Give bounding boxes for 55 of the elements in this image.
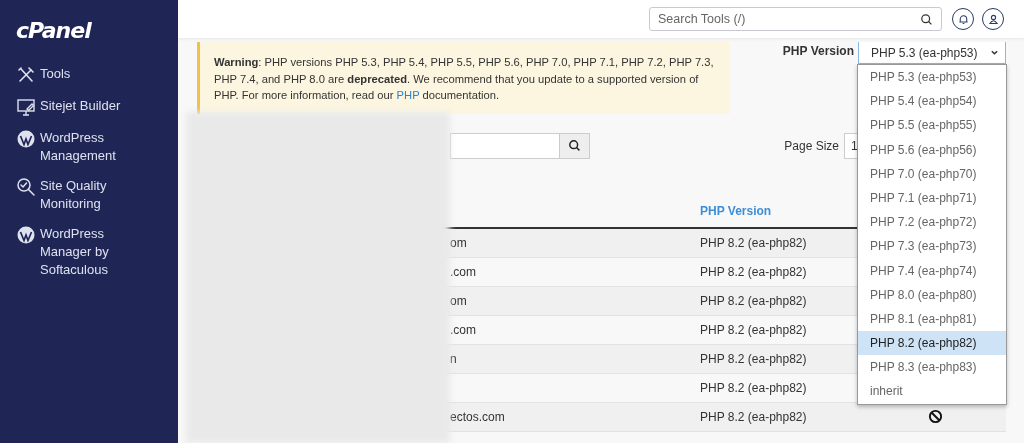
php-version-label: PHP Version [782,43,854,58]
table-cell: PHP 8.2 (ea-php82) [700,293,807,308]
sidebar-item[interactable]: WordPress Manager by Softaculous [16,225,136,279]
dropdown-option[interactable]: PHP 7.2 (ea-php72) [858,210,1006,235]
table-cell: PHP 8.2 (ea-php82) [700,409,807,424]
dropdown-option[interactable]: PHP 7.1 (ea-php71) [858,185,1006,211]
wordpress-icon [16,129,36,149]
magnifier-check-icon [16,177,36,197]
table-search-field[interactable] [450,132,560,159]
dropdown-option[interactable]: inherit [858,379,1006,404]
domain-cell: ectos.com [450,409,505,424]
php-version-select[interactable]: PHP 5.3 (ea-php53) [858,42,1006,64]
search-icon [568,139,581,152]
dropdown-option[interactable]: PHP 5.5 (ea-php55) [858,113,1006,138]
notifications-button[interactable] [952,8,974,30]
sidebar-item[interactable]: Site Quality Monitoring [16,177,136,213]
search-icon [920,13,933,26]
dropdown-option[interactable]: PHP 5.6 (ea-php56) [858,137,1006,162]
column-header[interactable]: PHP Version [700,203,860,218]
sidebar-item[interactable]: WordPress Management [16,129,136,165]
warning-message: Warning: PHP versions PHP 5.3, PHP 5.4, PHP 5.5, PHP 5.6, PHP 7.0, PHP 7.1, PHP 7.2, PHP 7.3, PHP 7.4, and PHP 8.0 are deprecated. We recommend that you update to a supported version of PHP. For more information, read our PHP documentation. [214,55,715,103]
dropdown-option[interactable]: PHP 8.3 (ea-php83) [858,355,1006,380]
chevron-down-icon [990,48,999,57]
monitor-icon [16,97,36,117]
bell-icon [956,12,970,26]
domain-cell: om [450,293,467,308]
table-cell: PHP 8.2 (ea-php82) [700,380,807,395]
dropdown-option[interactable]: PHP 8.1 (ea-php81) [858,306,1006,332]
dropdown-option[interactable]: PHP 8.0 (ea-php80) [858,282,1006,307]
table-cell: PHP 8.2 (ea-php82) [700,235,807,250]
sidebar-item[interactable]: Sitejet Builder [16,97,136,117]
dropdown-option[interactable]: PHP 5.4 (ea-php54) [858,89,1006,114]
dropdown-option[interactable]: PHP 7.0 (ea-php70) [858,161,1006,186]
domain-cell: .com [450,322,476,337]
user-button[interactable] [982,8,1004,30]
dropdown-option[interactable]: PHP 7.3 (ea-php73) [858,234,1006,259]
tools-icon [16,65,36,85]
domain-cell: .com [450,264,476,279]
ban-icon [927,409,943,424]
domain-cell: n [450,351,457,366]
dropdown-option[interactable]: PHP 5.3 (ea-php53) [858,65,1006,90]
sidebar-item[interactable]: Tools [16,65,136,85]
cpanel-logo[interactable]: cPanel [16,18,91,43]
user-icon [986,12,1000,26]
php-documentation-link[interactable]: PHP [396,89,420,101]
table-cell: PHP 8.2 (ea-php82) [700,322,807,337]
table-cell: PHP 8.2 (ea-php82) [700,264,807,279]
wordpress-icon [16,225,36,245]
search-button[interactable] [560,132,590,159]
dropdown-option[interactable]: PHP 8.2 (ea-php82) [858,331,1006,356]
dropdown-option[interactable]: PHP 7.4 (ea-php74) [858,258,1006,283]
domain-cell: om [450,235,467,250]
table-cell: PHP 8.2 (ea-php82) [700,351,807,366]
search-field[interactable]: Search Tools (/) [649,7,942,31]
page-size-label: Page Size [784,138,839,153]
